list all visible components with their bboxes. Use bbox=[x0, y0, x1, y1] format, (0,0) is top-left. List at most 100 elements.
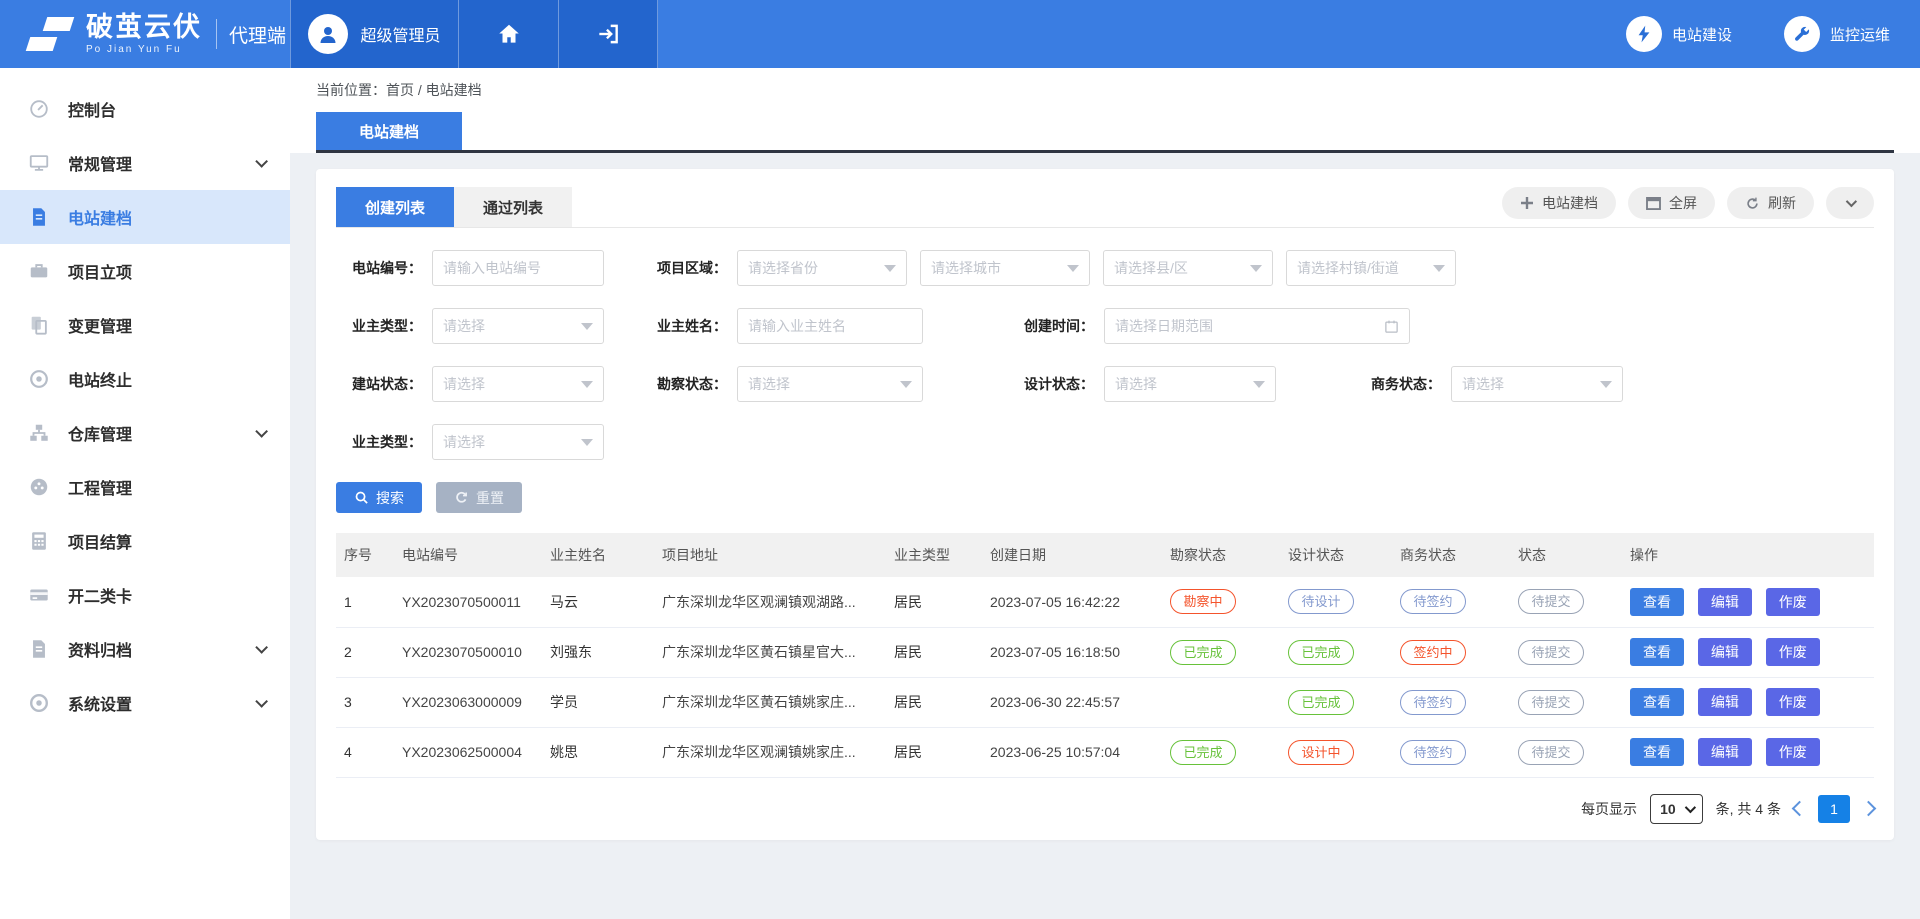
station-code-input[interactable] bbox=[432, 250, 604, 286]
page-size-select[interactable]: 10 bbox=[1650, 794, 1703, 824]
create-time-range-picker[interactable]: 请选择日期范围 bbox=[1104, 308, 1410, 344]
brand-divider bbox=[216, 19, 217, 49]
province-select[interactable]: 请选择省份 bbox=[737, 250, 907, 286]
plus-icon bbox=[1520, 196, 1534, 210]
sidebar-item-system-settings[interactable]: 系统设置 bbox=[0, 676, 290, 730]
tab-passed-list[interactable]: 通过列表 bbox=[454, 187, 572, 227]
table-row: 3 YX2023063000009 学员 广东深圳龙华区黄石镇姚家庄... 居民… bbox=[336, 677, 1874, 727]
brand-logo-icon bbox=[28, 17, 72, 51]
bank-card-icon bbox=[28, 584, 50, 606]
target-icon bbox=[28, 368, 50, 390]
calculator-icon bbox=[28, 530, 50, 552]
void-button[interactable]: 作废 bbox=[1766, 688, 1820, 716]
calendar-icon bbox=[1384, 319, 1399, 334]
sidebar-item-data-archive[interactable]: 资料归档 bbox=[0, 622, 290, 676]
build-status-select[interactable]: 请选择 bbox=[432, 366, 604, 402]
copy-files-icon bbox=[28, 314, 50, 336]
sitemap-icon bbox=[28, 422, 50, 444]
edit-button[interactable]: 编辑 bbox=[1698, 738, 1752, 766]
next-page-button[interactable] bbox=[1861, 801, 1877, 817]
view-button[interactable]: 查看 bbox=[1630, 688, 1684, 716]
sidebar-item-open-card[interactable]: 开二类卡 bbox=[0, 568, 290, 622]
business-status-select[interactable]: 请选择 bbox=[1451, 366, 1623, 402]
sidebar-item-engineering-mgmt[interactable]: 工程管理 bbox=[0, 460, 290, 514]
city-select[interactable]: 请选择城市 bbox=[920, 250, 1090, 286]
design-status-select[interactable]: 请选择 bbox=[1104, 366, 1276, 402]
chevron-down-icon bbox=[255, 155, 268, 168]
refresh-button[interactable]: 刷新 bbox=[1727, 187, 1814, 219]
shortcut-monitor-ops[interactable]: 监控运维 bbox=[1784, 16, 1890, 52]
page-tab-station-archive[interactable]: 电站建档 bbox=[316, 112, 462, 150]
design-status-badge: 已完成 bbox=[1288, 690, 1354, 715]
owner-name-input[interactable] bbox=[737, 308, 923, 344]
survey-status-select[interactable]: 请选择 bbox=[737, 366, 923, 402]
owner-type-select[interactable]: 请选择 bbox=[432, 308, 604, 344]
chevron-down-icon bbox=[581, 323, 593, 330]
home-button[interactable] bbox=[458, 0, 558, 68]
collapse-button[interactable] bbox=[1826, 187, 1874, 219]
sidebar-item-station-archive[interactable]: 电站建档 bbox=[0, 190, 290, 244]
edit-button[interactable]: 编辑 bbox=[1698, 588, 1752, 616]
sidebar-item-warehouse-mgmt[interactable]: 仓库管理 bbox=[0, 406, 290, 460]
sidebar: 控制台 常规管理 电站建档 项目立项 变更管理 bbox=[0, 68, 290, 919]
table-row: 2 YX2023070500010 刘强东 广东深圳龙华区黄石镇星官大... 居… bbox=[336, 627, 1874, 677]
user-menu[interactable]: 超级管理员 bbox=[290, 0, 458, 68]
county-select[interactable]: 请选择县/区 bbox=[1103, 250, 1273, 286]
chevron-down-icon bbox=[1684, 801, 1695, 812]
monitor-icon bbox=[28, 152, 50, 174]
tab-create-list[interactable]: 创建列表 bbox=[336, 187, 454, 227]
survey-status-badge: 已完成 bbox=[1170, 640, 1236, 665]
view-button[interactable]: 查看 bbox=[1630, 738, 1684, 766]
sidebar-item-project-initiation[interactable]: 项目立项 bbox=[0, 244, 290, 298]
edit-button[interactable]: 编辑 bbox=[1698, 688, 1752, 716]
file-icon bbox=[28, 638, 50, 660]
survey-status-badge: 已完成 bbox=[1170, 740, 1236, 765]
fullscreen-icon bbox=[1646, 197, 1661, 210]
void-button[interactable]: 作废 bbox=[1766, 638, 1820, 666]
sidebar-item-station-terminate[interactable]: 电站终止 bbox=[0, 352, 290, 406]
owner-type2-select[interactable]: 请选择 bbox=[432, 424, 604, 460]
chevron-down-icon bbox=[884, 265, 896, 272]
view-button[interactable]: 查看 bbox=[1630, 588, 1684, 616]
create-station-button[interactable]: 电站建档 bbox=[1502, 187, 1616, 219]
total-count-label: 条, 共 4 条 bbox=[1716, 799, 1781, 819]
top-bar: 破茧云伏 Po Jian Yun Fu 代理端 超级管理员 电站建设 bbox=[0, 0, 1920, 68]
design-status-badge: 设计中 bbox=[1288, 740, 1354, 765]
current-page-button[interactable]: 1 bbox=[1818, 795, 1850, 823]
status-badge: 待提交 bbox=[1518, 740, 1584, 765]
edit-button[interactable]: 编辑 bbox=[1698, 638, 1752, 666]
chevron-down-icon bbox=[581, 381, 593, 388]
chevron-down-icon bbox=[1253, 381, 1265, 388]
void-button[interactable]: 作废 bbox=[1766, 588, 1820, 616]
lightning-icon bbox=[1626, 16, 1662, 52]
filter-form: 电站编号： 项目区域： 请选择省份 请选择城市 请选择县/区 请选择村镇/街道 bbox=[336, 228, 1874, 460]
table-header-row: 序号 电站编号 业主姓名 项目地址 业主类型 创建日期 勘察状态 设计状态 商务… bbox=[336, 533, 1874, 577]
chevron-down-icon bbox=[255, 695, 268, 708]
search-button[interactable]: 搜索 bbox=[336, 482, 422, 513]
chevron-down-icon bbox=[1250, 265, 1262, 272]
business-status-badge: 签约中 bbox=[1400, 640, 1466, 665]
logout-button[interactable] bbox=[558, 0, 658, 68]
gauge-icon bbox=[28, 98, 50, 120]
sidebar-item-general-mgmt[interactable]: 常规管理 bbox=[0, 136, 290, 190]
portal-label: 代理端 bbox=[229, 21, 286, 48]
view-button[interactable]: 查看 bbox=[1630, 638, 1684, 666]
panel-card: 创建列表 通过列表 电站建档 全屏 刷新 bbox=[316, 169, 1894, 840]
town-select[interactable]: 请选择村镇/街道 bbox=[1286, 250, 1456, 286]
table-row: 1 YX2023070500011 马云 广东深圳龙华区观澜镇观湖路... 居民… bbox=[336, 577, 1874, 627]
void-button[interactable]: 作废 bbox=[1766, 738, 1820, 766]
sidebar-item-console[interactable]: 控制台 bbox=[0, 82, 290, 136]
user-name: 超级管理员 bbox=[360, 22, 440, 46]
user-icon bbox=[316, 22, 340, 46]
fullscreen-button[interactable]: 全屏 bbox=[1628, 187, 1715, 219]
sidebar-item-project-settlement[interactable]: 项目结算 bbox=[0, 514, 290, 568]
reset-button[interactable]: 重置 bbox=[436, 482, 522, 513]
sidebar-item-change-mgmt[interactable]: 变更管理 bbox=[0, 298, 290, 352]
home-icon bbox=[496, 21, 522, 47]
status-badge: 待提交 bbox=[1518, 640, 1584, 665]
prev-page-button[interactable] bbox=[1792, 801, 1808, 817]
avatar bbox=[308, 14, 348, 54]
dashboard-icon bbox=[28, 476, 50, 498]
pagination: 每页显示 10 条, 共 4 条 1 bbox=[336, 794, 1874, 824]
shortcut-station-build[interactable]: 电站建设 bbox=[1626, 16, 1732, 52]
